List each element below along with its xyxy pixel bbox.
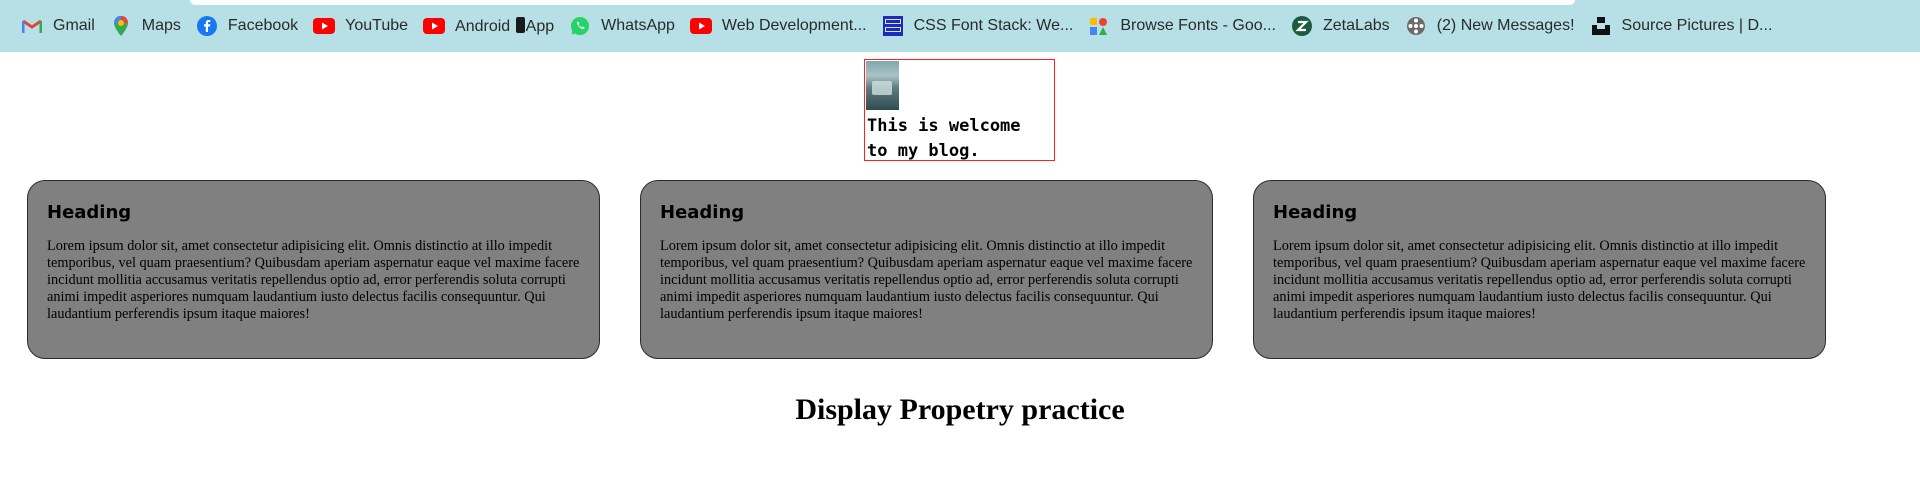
profile-image (866, 61, 899, 110)
card-heading: Heading (47, 202, 132, 223)
gmail-icon (21, 15, 43, 37)
card-heading: Heading (1273, 202, 1358, 223)
bookmark-label: WhatsApp (601, 17, 675, 34)
active-tab-edge (190, 0, 1575, 5)
bookmark-zetalabs[interactable]: ZetaLabs (1287, 8, 1401, 44)
bookmark-label: Android App (455, 16, 555, 35)
youtube-icon (689, 15, 712, 37)
google-fonts-icon (1088, 15, 1110, 37)
bookmark-whatsapp[interactable]: WhatsApp (565, 8, 686, 44)
bookmark-maps[interactable]: Maps (106, 8, 192, 44)
bookmark-source-pictures[interactable]: Source Pictures | D... (1586, 8, 1784, 44)
bookmark-label: Facebook (227, 17, 299, 34)
unsplash-icon (1590, 15, 1612, 37)
whatsapp-icon (569, 15, 591, 37)
bookmark-label: Web Development... (721, 17, 867, 34)
bookmark-youtube[interactable]: YouTube (309, 8, 419, 44)
phone-icon (515, 16, 525, 33)
welcome-text: This is welcome to my blog. (867, 116, 1021, 161)
film-reel-icon (1405, 15, 1427, 37)
card: Heading Lorem ipsum dolor sit, amet cons… (640, 180, 1213, 359)
bookmark-new-messages[interactable]: (2) New Messages! (1401, 8, 1586, 44)
bookmark-label: Browse Fonts - Goo... (1120, 17, 1276, 34)
card-heading: Heading (660, 202, 745, 223)
profile-box: This is welcome to my blog. (864, 59, 1055, 161)
youtube-icon (423, 15, 446, 37)
bookmark-label: ZetaLabs (1322, 17, 1390, 34)
bookmark-css-font-stack[interactable]: CSS Font Stack: We... (878, 8, 1085, 44)
facebook-icon (196, 15, 218, 37)
bookmark-label: Source Pictures | D... (1621, 17, 1773, 34)
bookmark-label: CSS Font Stack: We... (913, 17, 1074, 34)
zetalabs-icon (1291, 15, 1313, 37)
css-font-stack-icon (882, 15, 904, 37)
bookmark-facebook[interactable]: Facebook (192, 8, 309, 44)
bookmarks-bar: Gmail Maps Facebook YouTube Android App … (0, 0, 1920, 52)
bookmark-browse-fonts[interactable]: Browse Fonts - Goo... (1084, 8, 1287, 44)
bookmark-gmail[interactable]: Gmail (17, 8, 106, 44)
youtube-icon (313, 15, 336, 37)
bookmark-web-development[interactable]: Web Development... (686, 8, 878, 44)
bookmark-label: YouTube (345, 17, 409, 34)
card-body: Lorem ipsum dolor sit, amet consectetur … (660, 238, 1193, 322)
card: Heading Lorem ipsum dolor sit, amet cons… (27, 180, 600, 359)
card-body: Lorem ipsum dolor sit, amet consectetur … (1273, 238, 1806, 322)
bookmark-label: Maps (141, 17, 181, 34)
card-body: Lorem ipsum dolor sit, amet consectetur … (47, 238, 580, 322)
card: Heading Lorem ipsum dolor sit, amet cons… (1253, 180, 1826, 359)
bookmark-label: Gmail (53, 17, 95, 34)
bookmark-label: (2) New Messages! (1436, 17, 1575, 34)
maps-icon (110, 15, 132, 37)
page-title: Display Propetry practice (795, 393, 1125, 426)
bookmark-android-app[interactable]: Android App (419, 8, 565, 44)
